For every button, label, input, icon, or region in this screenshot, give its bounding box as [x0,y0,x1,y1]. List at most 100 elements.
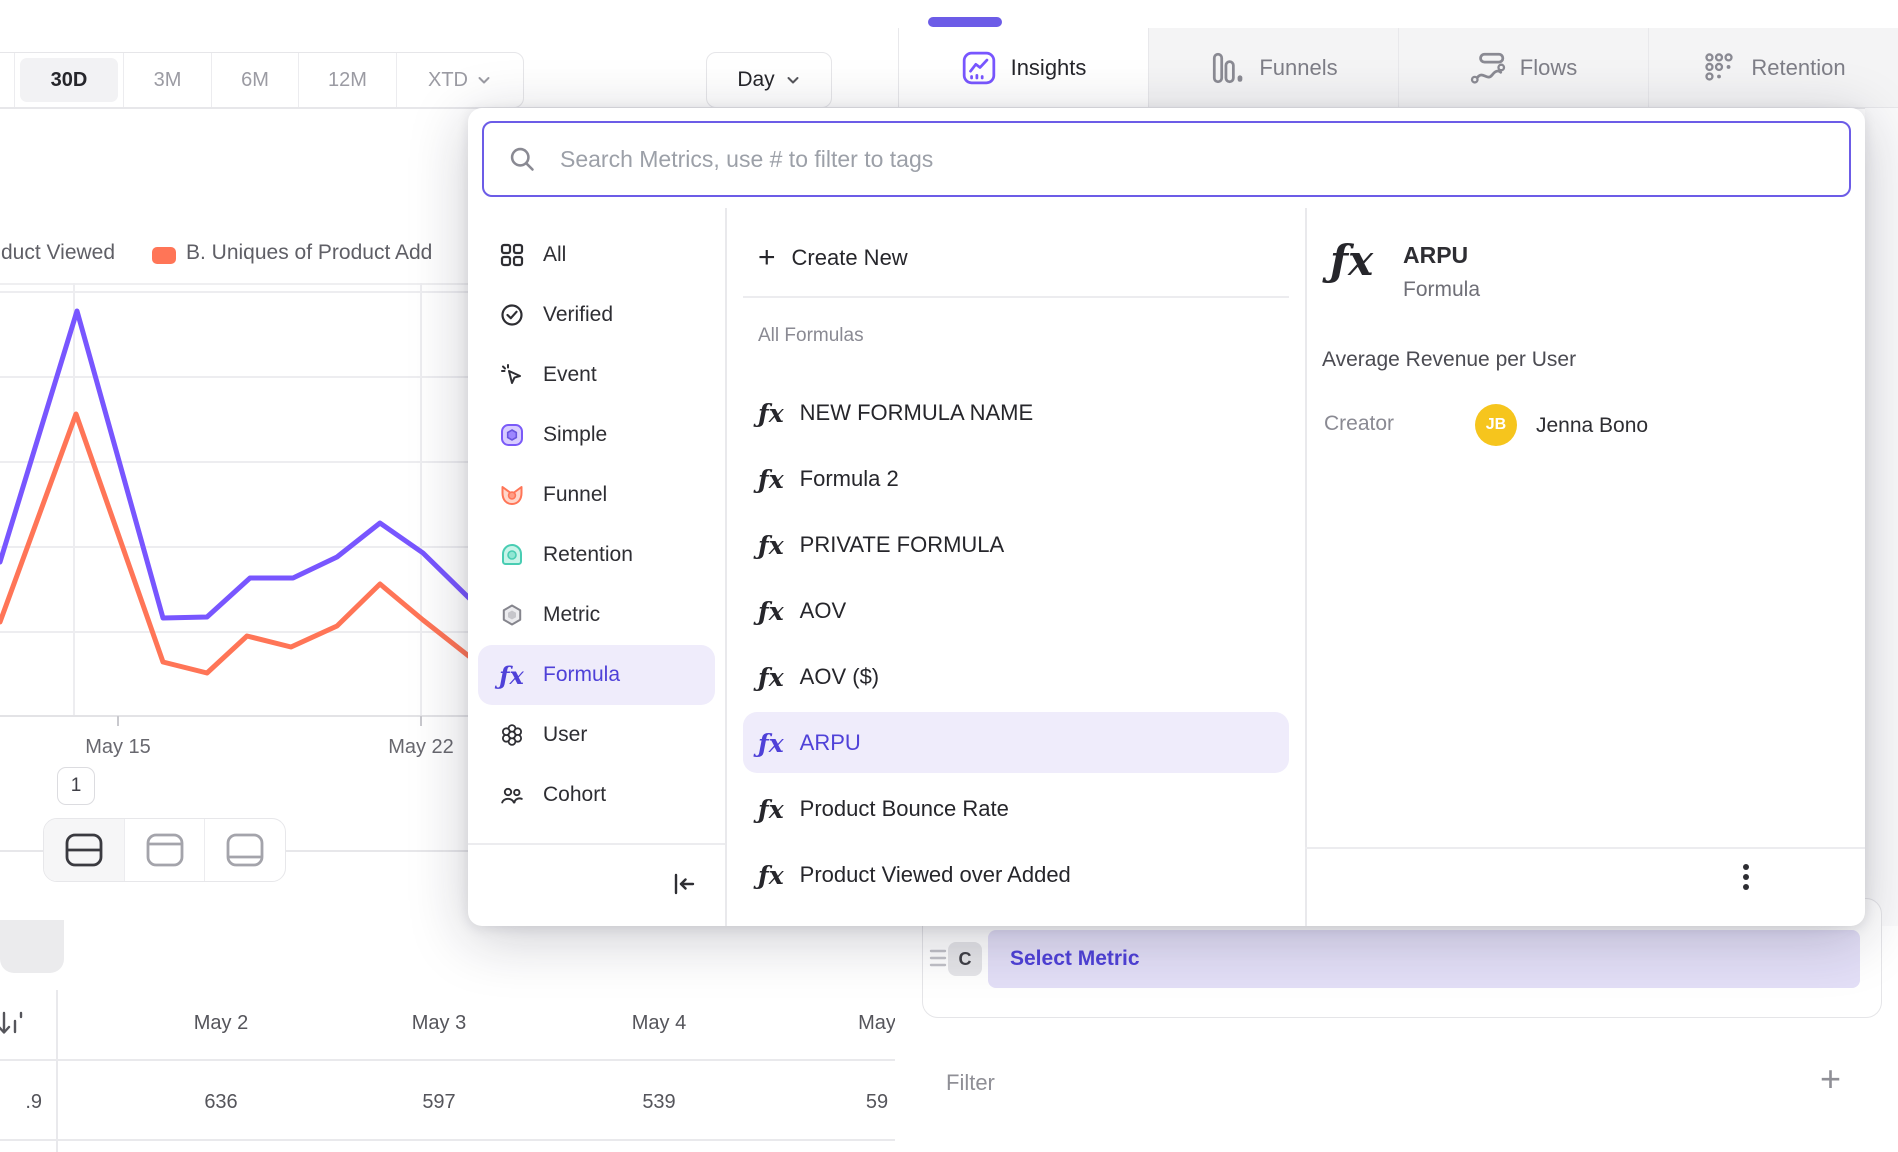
category-simple[interactable]: Simple [468,405,725,465]
tab-funnels-label: Funnels [1259,55,1337,81]
tab-retention-label: Retention [1751,55,1845,81]
detail-description: Average Revenue per User [1322,348,1576,372]
layout-toggle-group [43,818,286,882]
column-divider [1305,208,1307,926]
detail-type: Formula [1403,278,1480,302]
fx-icon: ƒx [758,597,784,626]
fx-icon: ƒx [758,531,784,560]
search-box [482,121,1851,197]
collapsed-panel-handle[interactable] [0,920,64,973]
fx-icon: ƒx [758,399,784,428]
time-range-3m[interactable]: 3M [123,53,211,107]
detail-title: ARPU [1403,242,1468,269]
formula-item[interactable]: ƒxProduct Viewed over Added [725,844,1305,906]
x-tick-may15: May 15 [85,736,151,759]
tab-flows-label: Flows [1520,55,1577,81]
time-range-12m[interactable]: 12M [298,53,396,107]
line-chart[interactable] [0,283,470,760]
create-new-label: Create New [792,245,908,271]
verified-badge-icon [498,302,525,329]
formula-section-title: All Formulas [758,325,864,347]
time-range-xtd[interactable]: XTD [396,53,523,107]
category-user[interactable]: User [468,705,725,765]
creator-label: Creator [1324,412,1394,436]
formula-item[interactable]: ƒxProduct Bounce Rate [725,778,1305,840]
user-flower-icon [498,722,525,749]
fx-icon: ƒx [758,729,784,758]
report-tabbar: Insights Funnels Flows Retention [898,28,1898,108]
detail-footer-divider [1305,847,1865,849]
category-funnel[interactable]: Funnel [468,465,725,525]
layout-top-panel-button[interactable] [124,819,204,881]
collapse-sidebar-icon[interactable] [670,870,698,898]
granularity-dropdown[interactable]: Day [706,52,832,108]
search-icon [508,145,536,173]
cell-value: 636 [204,1091,237,1114]
layout-bottom-panel-button[interactable] [204,819,284,881]
time-range-partial[interactable] [0,53,14,107]
tab-flows[interactable]: Flows [1398,28,1648,108]
cohort-people-icon [498,782,525,809]
legend-series-b[interactable]: B. Uniques of Product Add [186,241,432,265]
category-retention[interactable]: Retention [468,525,725,585]
formula-item-arpu-selected[interactable]: ƒxARPU [725,712,1305,774]
time-range-6m[interactable]: 6M [211,53,298,107]
cell-value: 59 [866,1091,888,1114]
tab-retention[interactable]: Retention [1648,28,1898,108]
col-header-may3[interactable]: May 3 [412,1012,466,1035]
category-all[interactable]: All [468,225,725,285]
category-verified[interactable]: Verified [468,285,725,345]
time-range-30d[interactable]: 30D [14,53,123,107]
select-metric-button[interactable]: Select Metric [988,930,1860,988]
fx-icon: ƒx [758,465,784,494]
legend-series-a[interactable]: duct Viewed [1,241,115,265]
col-header-may4[interactable]: May 4 [632,1012,686,1035]
pagination-page-button[interactable]: 1 [57,767,95,805]
category-metric[interactable]: Metric [468,585,725,645]
retention-icon [1701,50,1737,86]
chart-type-indicator [928,17,1002,27]
formula-item[interactable]: ƒxPRIVATE FORMULA [725,514,1305,576]
formula-item[interactable]: ƒxNEW FORMULA NAME [725,382,1305,444]
layout-top-panel-icon [144,831,186,869]
avatar: JB [1475,404,1517,446]
search-input[interactable] [558,145,1849,174]
filter-section-label: Filter [946,1070,995,1096]
funnel-metric-icon [498,482,525,509]
drag-handle-icon[interactable] [928,946,948,970]
cell-value: 597 [422,1091,455,1114]
col-header-may5[interactable]: May [858,1012,895,1035]
metric-letter-badge: C [948,942,982,976]
tab-funnels[interactable]: Funnels [1148,28,1398,108]
select-metric-label: Select Metric [1010,947,1140,971]
table-divider [0,1139,895,1141]
sort-icon[interactable] [0,1008,28,1042]
funnels-icon [1209,50,1245,86]
more-options-button[interactable] [1736,860,1756,894]
layout-split-rows-icon [63,831,105,869]
fx-icon: ƒx [758,795,784,824]
flows-icon [1470,50,1506,86]
chevron-down-icon [476,72,492,88]
category-cohort[interactable]: Cohort [468,765,725,825]
detail-fx-icon: ƒx [1330,236,1373,285]
tab-insights[interactable]: Insights [898,28,1148,108]
chevron-down-icon [785,72,801,88]
create-new-divider [743,296,1289,298]
tab-insights-label: Insights [1011,55,1087,81]
category-event[interactable]: Event [468,345,725,405]
formula-item[interactable]: ƒxAOV [725,580,1305,642]
formula-item[interactable]: ƒxAOV ($) [725,646,1305,708]
layout-split-rows-button[interactable] [44,819,124,881]
create-new-button[interactable]: + Create New [725,227,1305,289]
fx-icon: ƒx [758,861,784,890]
simple-metric-icon [498,422,525,449]
grid-icon [498,242,525,269]
col-header-may2[interactable]: May 2 [194,1012,248,1035]
category-formula[interactable]: ƒx Formula [478,645,715,705]
formula-item[interactable]: ƒxFormula 2 [725,448,1305,510]
fx-icon: ƒx [758,663,784,692]
add-filter-button[interactable]: + [1820,1058,1841,1100]
sidebar-footer-divider [468,843,725,845]
metric-picker-modal: All Verified Event Simple Funnel Retenti… [468,108,1865,926]
